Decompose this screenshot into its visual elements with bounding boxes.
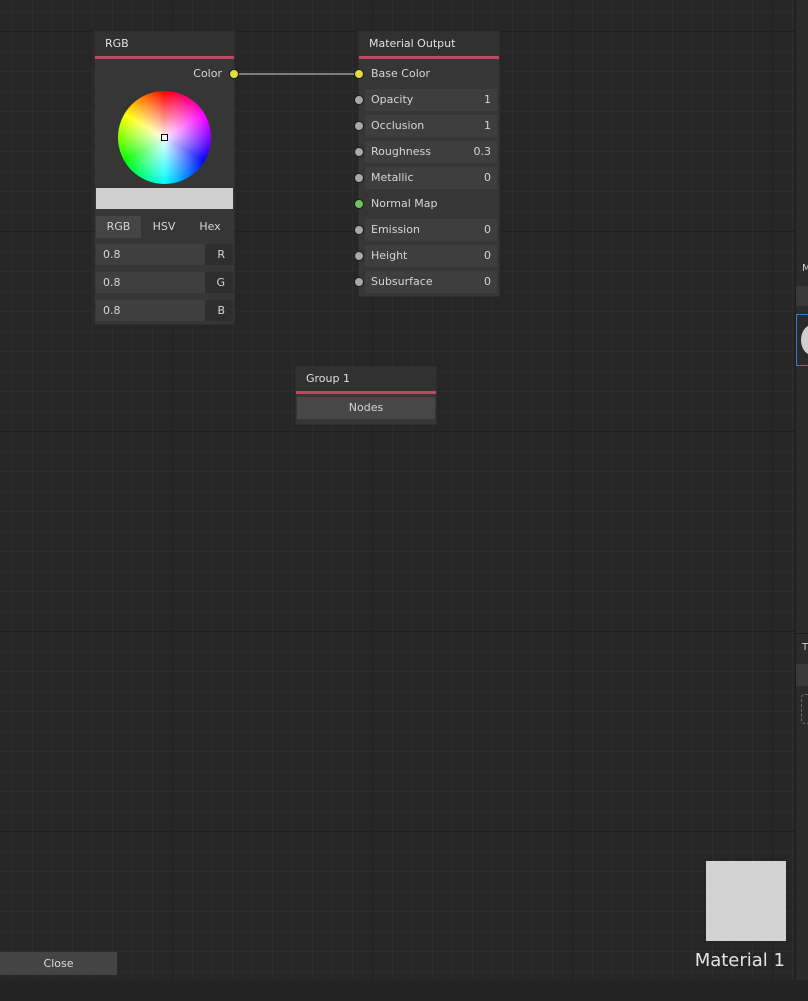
channel-b-field[interactable]: 0.8 <box>96 300 205 321</box>
channel-r-field[interactable]: 0.8 <box>96 244 205 265</box>
metallic-field[interactable]: Metallic 0 <box>365 167 497 189</box>
input-value: 0 <box>484 223 491 236</box>
material-name-label: Material 1 <box>694 950 785 971</box>
bottom-strip <box>0 980 808 1001</box>
base-color-input-socket[interactable] <box>354 69 364 79</box>
input-label: Normal Map <box>371 197 438 210</box>
input-label: Occlusion <box>371 119 425 132</box>
tab-hex[interactable]: Hex <box>187 216 233 238</box>
right-panel-tab-letter: M <box>802 263 808 274</box>
group-node[interactable]: Group 1 Nodes <box>296 367 436 424</box>
opacity-input-socket[interactable] <box>354 95 364 105</box>
material-output-title[interactable]: Material Output <box>359 32 499 59</box>
close-button[interactable]: Close <box>0 952 117 975</box>
input-roughness: Roughness 0.3 <box>354 141 499 163</box>
input-label: Metallic <box>371 171 414 184</box>
roughness-input-socket[interactable] <box>354 147 364 157</box>
tab-rgb[interactable]: RGB <box>96 216 141 238</box>
occlusion-input-socket[interactable] <box>354 121 364 131</box>
height-field[interactable]: Height 0 <box>365 245 497 267</box>
input-occlusion: Occlusion 1 <box>354 115 499 137</box>
color-swatch <box>96 188 233 209</box>
color-wheel-cursor[interactable] <box>161 134 168 141</box>
channel-b-label: B <box>217 304 225 317</box>
input-emission: Emission 0 <box>354 219 499 241</box>
material-preview <box>706 861 786 941</box>
emission-input-socket[interactable] <box>354 225 364 235</box>
right-panel-field[interactable] <box>796 664 808 686</box>
channel-r-label: R <box>217 248 225 261</box>
input-value: 0.3 <box>473 145 492 158</box>
material-output-node[interactable]: Material Output Base Color Opacity 1 Occ… <box>354 32 499 296</box>
channel-b-row: 0.8 B <box>96 300 233 321</box>
input-metallic: Metallic 0 <box>354 167 499 189</box>
nodes-button[interactable]: Nodes <box>297 397 435 419</box>
height-input-socket[interactable] <box>354 251 364 261</box>
channel-g-label: G <box>216 276 225 289</box>
rgb-node-title[interactable]: RGB <box>95 32 234 59</box>
input-label: Opacity <box>371 93 414 106</box>
input-base-color: Base Color <box>354 63 499 85</box>
right-panel-field[interactable] <box>796 286 808 306</box>
input-label: Subsurface <box>371 275 433 288</box>
channel-g-field[interactable]: 0.8 <box>96 272 205 293</box>
input-label: Emission <box>371 223 420 236</box>
input-value: 1 <box>484 93 491 106</box>
input-normal-map: Normal Map <box>354 193 499 215</box>
subsurface-input-socket[interactable] <box>354 277 364 287</box>
tab-hsv[interactable]: HSV <box>141 216 187 238</box>
channel-r-row: 0.8 R <box>96 244 233 265</box>
rgb-node[interactable]: RGB Color RGB HSV Hex 0.8 R 0.8 G 0.8 B <box>95 32 239 324</box>
normal-map-input-socket[interactable] <box>354 199 364 209</box>
emission-field[interactable]: Emission 0 <box>365 219 497 241</box>
metallic-input-socket[interactable] <box>354 173 364 183</box>
input-label: Roughness <box>371 145 432 158</box>
input-value: 1 <box>484 119 491 132</box>
occlusion-field[interactable]: Occlusion 1 <box>365 115 497 137</box>
group-node-title[interactable]: Group 1 <box>296 367 436 394</box>
input-label: Height <box>371 249 408 262</box>
subsurface-field[interactable]: Subsurface 0 <box>365 271 497 293</box>
color-mode-tabs: RGB HSV Hex <box>96 216 233 238</box>
rgb-output-label: Color <box>193 67 222 80</box>
input-opacity: Opacity 1 <box>354 89 499 111</box>
material-sphere-thumbnail <box>801 325 808 355</box>
input-value: 0 <box>484 171 491 184</box>
input-value: 0 <box>484 249 491 262</box>
opacity-field[interactable]: Opacity 1 <box>365 89 497 111</box>
right-panel-drop-slot[interactable] <box>801 694 808 724</box>
channel-g-row: 0.8 G <box>96 272 233 293</box>
color-wheel[interactable] <box>118 91 211 184</box>
right-side-panel[interactable]: M T <box>795 0 808 980</box>
right-panel-divider <box>796 633 808 634</box>
input-value: 0 <box>484 275 491 288</box>
right-panel-material-slot[interactable] <box>796 314 808 366</box>
input-subsurface: Subsurface 0 <box>354 271 499 293</box>
right-panel-tab-letter: T <box>802 642 808 653</box>
rgb-output-row: Color <box>95 67 239 81</box>
input-label: Base Color <box>371 67 431 80</box>
input-height: Height 0 <box>354 245 499 267</box>
roughness-field[interactable]: Roughness 0.3 <box>365 141 497 163</box>
color-output-socket[interactable] <box>229 69 239 79</box>
